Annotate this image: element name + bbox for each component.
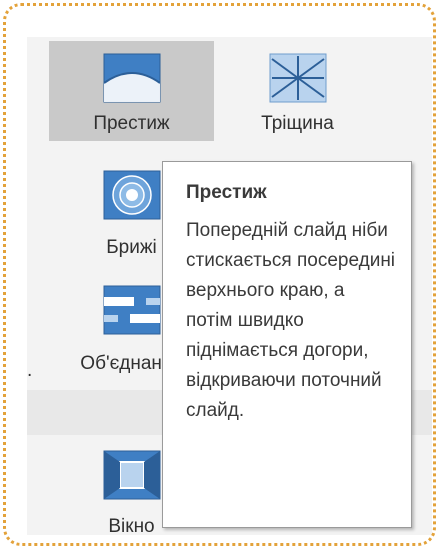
merge-transition-icon xyxy=(103,285,160,335)
shatter-transition-icon xyxy=(269,53,326,103)
gallery-top-strip xyxy=(27,15,432,37)
transition-gallery-frame: Престиж Тріщина Брижі . Об'єднання Вікно… xyxy=(0,0,441,551)
prestige-transition-icon xyxy=(102,53,161,103)
ripple-transition-icon xyxy=(103,170,160,220)
tooltip-description: Попередній слайд ніби стискається посере… xyxy=(186,220,396,421)
partial-tile-label: . xyxy=(27,360,33,381)
tile-label-shatter: Тріщина xyxy=(261,113,334,134)
transition-tooltip: Престиж Попередній слайд ніби стискаєтьс… xyxy=(162,161,412,528)
tile-shatter[interactable]: Тріщина xyxy=(215,41,380,141)
tooltip-title: Престиж xyxy=(186,182,267,203)
tile-prestige[interactable]: Престиж xyxy=(49,41,214,141)
tile-label-prestige: Престиж xyxy=(93,113,170,134)
window-transition-icon xyxy=(103,450,160,500)
